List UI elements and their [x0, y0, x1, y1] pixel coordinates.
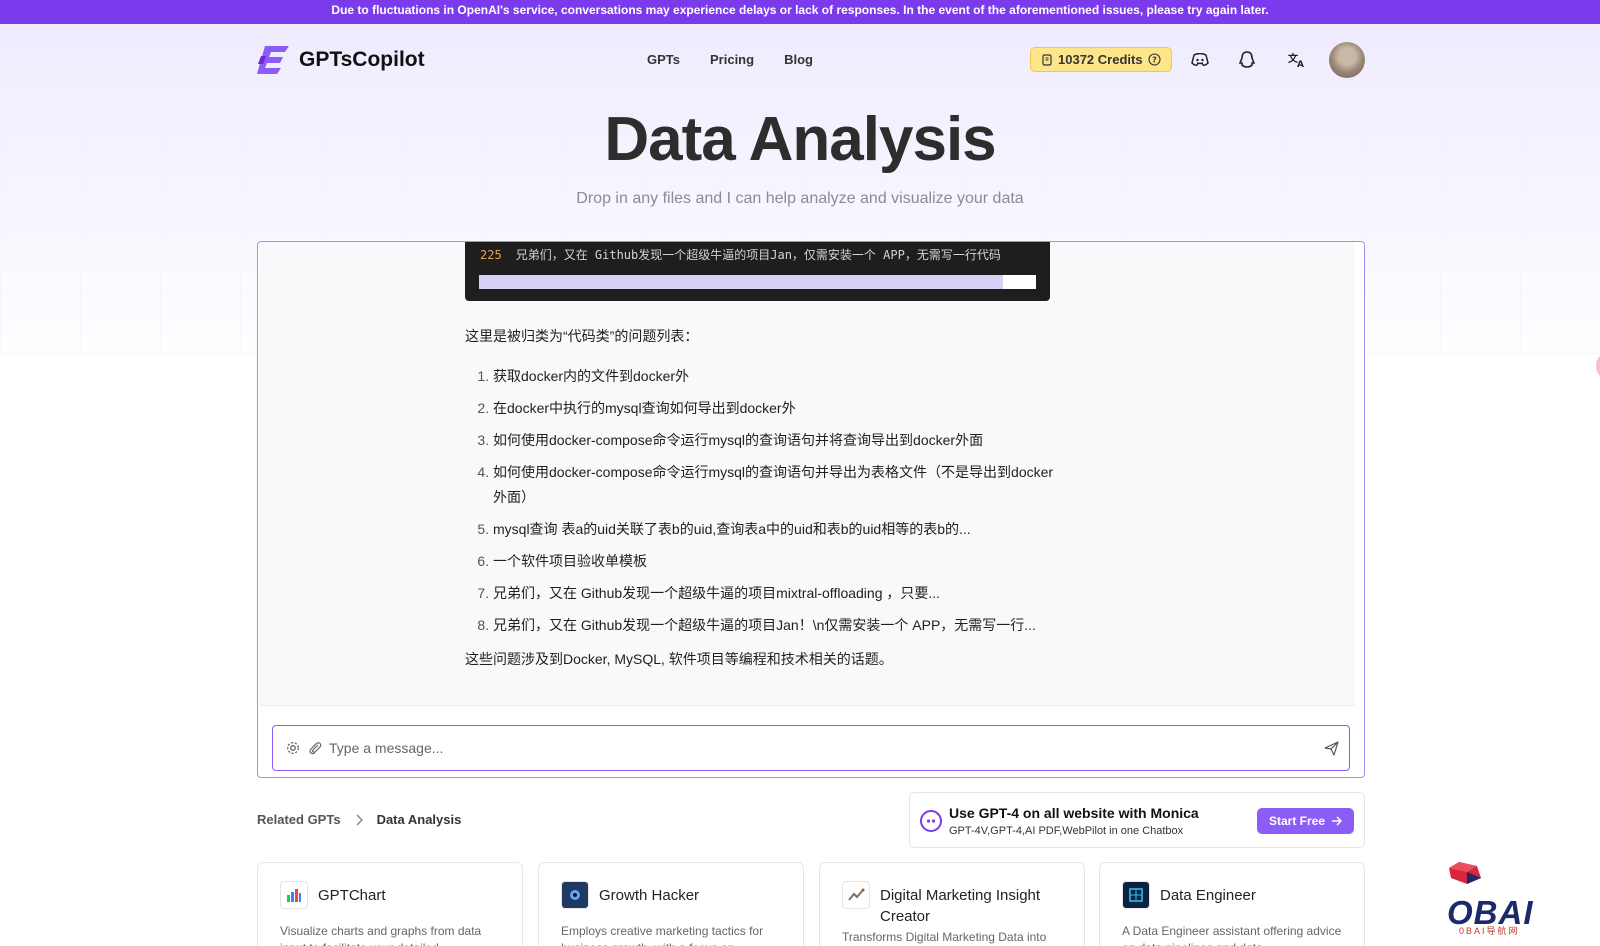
list-item: 如何使用docker-compose命令运行mysql的查询语句并将查询导出到d…: [493, 428, 1065, 453]
nav-gpts[interactable]: GPTs: [647, 52, 680, 67]
message-outro: 这些问题涉及到Docker, MySQL, 软件项目等编程和技术相关的话题。: [465, 651, 893, 667]
promo-title: Use GPT-4 on all website with Monica: [949, 805, 1199, 821]
start-free-label: Start Free: [1268, 814, 1325, 828]
send-icon[interactable]: [1323, 740, 1339, 756]
card-title: Growth Hacker: [599, 887, 700, 904]
chat-panel: 225 兄弟们，又在 Github发现一个超级牛逼的项目Jan，仅需安装一个 AP…: [257, 241, 1365, 778]
message-composer: [272, 725, 1350, 771]
logo-icon: [257, 46, 289, 74]
bar-chart-icon: [280, 881, 308, 909]
list-item: 如何使用docker-compose命令运行mysql的查询语句并导出为表格文件…: [493, 460, 1065, 510]
logo-text: GPTsCopilot: [299, 48, 425, 71]
marketing-icon: [842, 881, 870, 909]
monica-promo: Use GPT-4 on all website with Monica GPT…: [909, 792, 1365, 848]
code-scrollbar[interactable]: [479, 275, 1036, 289]
gpt-card-digital-marketing[interactable]: Digital Marketing Insight Creator Transf…: [819, 862, 1085, 946]
breadcrumb: Related GPTs Data Analysis: [257, 812, 461, 827]
card-title: Digital Marketing Insight Creator: [880, 887, 1041, 925]
gpt-card-data-engineer[interactable]: Data Engineer A Data Engineer assistant …: [1099, 862, 1365, 946]
page-title: Data Analysis: [604, 105, 996, 174]
gpt-card-gptchart[interactable]: GPTChart Visualize charts and graphs fro…: [257, 862, 523, 946]
code-line: 225 兄弟们，又在 Github发现一个超级牛逼的项目Jan，仅需安装一个 AP…: [480, 246, 1035, 263]
cube-logo-icon: [1449, 862, 1481, 884]
list-item: mysql查询 表a的uid关联了表b的uid,查询表a中的uid和表b的uid…: [493, 517, 1065, 542]
nav-pricing[interactable]: Pricing: [710, 52, 754, 67]
card-description: A Data Engineer assistant offering advic…: [1122, 924, 1342, 946]
breadcrumb-current: Data Analysis: [376, 812, 462, 827]
discord-icon[interactable]: [1188, 48, 1212, 72]
list-item: 兄弟们，又在 Github发现一个超级牛逼的项目Jan！\n仅需安装一个 APP…: [493, 613, 1065, 638]
attach-icon[interactable]: [307, 740, 323, 756]
gpt-card-growth-hacker[interactable]: Growth Hacker Employs creative marketing…: [538, 862, 804, 946]
watermark-subtext: 0BAI导航网: [1459, 926, 1520, 936]
qq-icon[interactable]: [1235, 48, 1259, 72]
question-list: 获取docker内的文件到docker外 在docker中执行的mysql查询如…: [465, 364, 1065, 638]
credits-text: 10372 Credits: [1058, 52, 1143, 67]
start-free-button[interactable]: Start Free: [1256, 808, 1354, 834]
help-icon: ?: [1148, 53, 1161, 66]
logo[interactable]: GPTsCopilot: [257, 42, 425, 78]
growth-hacker-icon: [561, 881, 589, 909]
list-item: 兄弟们，又在 Github发现一个超级牛逼的项目mixtral-offloadi…: [493, 581, 1065, 606]
list-item: 在docker中执行的mysql查询如何导出到docker外: [493, 396, 1065, 421]
chevron-right-icon: [356, 813, 363, 826]
arrow-right-icon: [1332, 816, 1342, 826]
data-engineer-icon: [1122, 881, 1150, 909]
side-widget[interactable]: [1596, 355, 1600, 377]
code-line-number: 225: [480, 248, 502, 262]
card-description: Visualize charts and graphs from data in…: [280, 924, 482, 946]
card-description: Transforms Digital Marketing Data into: [842, 930, 1047, 944]
card-title: Data Engineer: [1160, 887, 1256, 904]
svg-text:A: A: [1297, 60, 1304, 68]
card-description: Employs creative marketing tactics for b…: [561, 924, 764, 946]
message-intro: 这里是被归类为“代码类”的问题列表：: [465, 328, 699, 344]
obai-watermark: OBAI 0BAI导航网: [1445, 862, 1545, 942]
message-input[interactable]: [329, 736, 1289, 760]
coin-icon: [1042, 53, 1052, 66]
service-banner: Due to fluctuations in OpenAI's service,…: [0, 0, 1600, 24]
code-line-text: 兄弟们，又在 Github发现一个超级牛逼的项目Jan，仅需安装一个 APP，无…: [515, 248, 1001, 262]
list-item: 一个软件项目验收单模板: [493, 549, 1065, 574]
promo-subtitle: GPT-4V,GPT-4,AI PDF,WebPilot in one Chat…: [949, 825, 1184, 837]
header: GPTsCopilot GPTs Pricing Blog 10372 Cred…: [0, 24, 1600, 96]
assistant-message: 这里是被归类为“代码类”的问题列表： 获取docker内的文件到docker外 …: [465, 326, 1065, 669]
monica-logo-icon: [920, 810, 942, 832]
related-gpts-cards: GPTChart Visualize charts and graphs fro…: [257, 862, 1365, 946]
code-block: 225 兄弟们，又在 Github发现一个超级牛逼的项目Jan，仅需安装一个 AP…: [465, 242, 1050, 301]
page-subtitle: Drop in any files and I can help analyze…: [576, 190, 1024, 207]
chat-messages[interactable]: 225 兄弟们，又在 Github发现一个超级牛逼的项目Jan，仅需安装一个 AP…: [259, 242, 1355, 706]
svg-text:?: ?: [1152, 56, 1157, 65]
main-nav: GPTs Pricing Blog: [647, 52, 813, 67]
list-item: 获取docker内的文件到docker外: [493, 364, 1065, 389]
translate-icon[interactable]: 文A: [1285, 48, 1309, 72]
code-scrollbar-thumb[interactable]: [479, 275, 1003, 289]
credits-badge[interactable]: 10372 Credits ?: [1030, 47, 1172, 72]
card-title: GPTChart: [318, 887, 386, 904]
nav-blog[interactable]: Blog: [784, 52, 813, 67]
settings-icon[interactable]: [285, 740, 301, 756]
user-avatar[interactable]: [1329, 42, 1365, 78]
breadcrumb-root[interactable]: Related GPTs: [257, 812, 341, 827]
